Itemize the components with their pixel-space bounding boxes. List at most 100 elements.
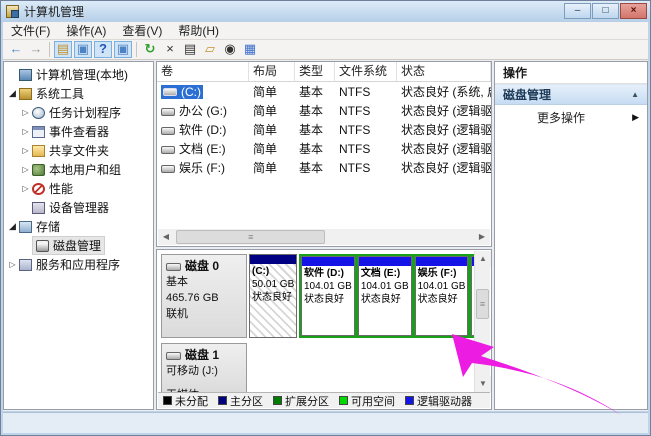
volume-table-header: 卷 布局 类型 文件系统 状态 — [157, 62, 491, 82]
delete-icon[interactable]: × — [161, 41, 179, 58]
expander-icon[interactable]: ▷ — [19, 146, 32, 155]
maximize-button[interactable]: □ — [592, 3, 619, 19]
scrollbar-thumb[interactable]: ≡ — [476, 289, 489, 319]
table-row-c[interactable]: (C:) 简单 基本 NTFS 状态良好 (系统, 启动, — [157, 82, 491, 101]
horizontal-scrollbar[interactable]: ◀ ≡ ▶ — [158, 229, 490, 245]
volume-icon — [161, 127, 175, 135]
extended-partition-group: 软件 (D:) 104.01 GB 状态良好 文档 (E:) 104.01 GB… — [299, 254, 474, 338]
disk-graphical-pane: 磁盘 0 基本 465.76 GB 联机 (C:) 50.01 GB 状态良好 — [156, 249, 492, 410]
system-tools-icon — [19, 88, 32, 100]
scroll-right-icon[interactable]: ▶ — [474, 229, 490, 245]
tree-item-shared-folders[interactable]: ▷ 共享文件夹 — [19, 141, 153, 160]
computer-management-window: 计算机管理 – □ × 文件(F) 操作(A) 查看(V) 帮助(H) ← → … — [0, 0, 651, 436]
table-row-e[interactable]: 文档 (E:) 简单 基本 NTFS 状态良好 (逻辑驱动器 — [157, 139, 491, 158]
forward-icon[interactable]: → — [27, 41, 45, 58]
window-bottom-frame — [3, 412, 648, 433]
menu-action[interactable]: 操作(A) — [58, 22, 114, 39]
disk1-row: 磁盘 1 可移动 (J:) 无媒体 — [161, 343, 471, 392]
scrollbar-thumb[interactable]: ≡ — [176, 230, 325, 244]
partition-f[interactable]: 娱乐 (F:) 104.01 GB 状态良好 — [415, 256, 469, 336]
volume-icon — [163, 88, 177, 96]
tree-item-performance[interactable]: ▷ 性能 — [19, 179, 153, 198]
local-users-groups-icon — [32, 164, 45, 176]
tree-item-system-tools[interactable]: ◢ 系统工具 — [6, 84, 153, 103]
refresh-icon[interactable]: ↻ — [141, 41, 159, 58]
computer-icon — [19, 69, 32, 81]
window-title: 计算机管理 — [24, 3, 84, 20]
search-icon[interactable]: ◉ — [221, 41, 239, 58]
toolbar-separator — [136, 42, 137, 57]
disk0-label[interactable]: 磁盘 0 基本 465.76 GB 联机 — [161, 254, 247, 338]
menu-bar: 文件(F) 操作(A) 查看(V) 帮助(H) — [3, 22, 648, 40]
scroll-up-icon[interactable]: ▲ — [475, 251, 491, 267]
tree-item-disk-management[interactable]: 磁盘管理 — [19, 236, 153, 255]
removable-disk-icon — [166, 352, 181, 360]
partition-c[interactable]: (C:) 50.01 GB 状态良好 — [249, 254, 297, 338]
column-header-filesystem[interactable]: 文件系统 — [335, 62, 397, 81]
expander-icon[interactable]: ▷ — [19, 108, 32, 117]
vertical-scrollbar[interactable]: ▲ ≡ ▼ — [474, 251, 490, 392]
scroll-left-icon[interactable]: ◀ — [158, 229, 174, 245]
tree-item-local-users-groups[interactable]: ▷ 本地用户和组 — [19, 160, 153, 179]
volume-list-pane: 卷 布局 类型 文件系统 状态 (C:) 简单 基本 NTFS 状态良好 (系统… — [156, 61, 492, 247]
help-icon[interactable]: ? — [94, 41, 112, 58]
expander-icon[interactable]: ▷ — [6, 260, 19, 269]
column-header-volume[interactable]: 卷 — [157, 62, 249, 81]
more-actions-item[interactable]: 更多操作 ▶ — [495, 105, 647, 129]
open-folder-icon[interactable]: ▱ — [201, 41, 219, 58]
partition-type-strip — [250, 255, 296, 264]
volume-icon — [161, 108, 175, 116]
toolbar-separator — [49, 42, 50, 57]
snap-in-icon[interactable]: ▦ — [241, 41, 259, 58]
tree-item-storage[interactable]: ◢ 存储 — [6, 217, 153, 236]
properties-icon[interactable]: ▤ — [181, 41, 199, 58]
toolbar: ← → ▤ ▣ ? ▣ ↻ × ▤ ▱ ◉ ▦ — [3, 40, 648, 60]
task-scheduler-icon — [32, 107, 45, 119]
event-viewer-icon — [32, 126, 45, 138]
minimize-button[interactable]: – — [564, 3, 591, 19]
table-row-f[interactable]: 娱乐 (F:) 简单 基本 NTFS 状态良好 (逻辑驱动器 — [157, 158, 491, 177]
disk-icon — [166, 263, 181, 271]
partition-e[interactable]: 文档 (E:) 104.01 GB 状态良好 — [358, 256, 412, 336]
menu-help[interactable]: 帮助(H) — [170, 22, 227, 39]
actions-pane: 操作 磁盘管理 ▲ 更多操作 ▶ — [494, 61, 648, 410]
expander-icon[interactable]: ▷ — [19, 127, 32, 136]
column-header-status[interactable]: 状态 — [397, 62, 491, 81]
disk-management-icon — [36, 240, 49, 252]
expander-icon[interactable]: ▷ — [19, 165, 32, 174]
collapse-icon[interactable]: ▲ — [631, 90, 639, 99]
menu-file[interactable]: 文件(F) — [3, 22, 58, 39]
actions-section-disk-management[interactable]: 磁盘管理 ▲ — [495, 84, 647, 105]
volume-icon — [161, 146, 175, 154]
scroll-down-icon[interactable]: ▼ — [475, 376, 491, 392]
back-icon[interactable]: ← — [7, 41, 25, 58]
column-header-layout[interactable]: 布局 — [249, 62, 295, 81]
console-window-icon[interactable]: ▣ — [74, 41, 92, 58]
legend-swatch-logical — [405, 396, 414, 405]
menu-view[interactable]: 查看(V) — [114, 22, 170, 39]
disk0-row: 磁盘 0 基本 465.76 GB 联机 (C:) 50.01 GB 状态良好 — [161, 254, 471, 338]
performance-icon — [32, 183, 45, 195]
app-icon — [6, 5, 19, 18]
storage-icon — [19, 221, 32, 233]
expander-icon[interactable]: ▷ — [19, 184, 32, 193]
expander-icon[interactable]: ◢ — [6, 221, 19, 232]
expander-icon[interactable]: ◢ — [6, 88, 19, 99]
table-row-d[interactable]: 软件 (D:) 简单 基本 NTFS 状态良好 (逻辑驱动器 — [157, 120, 491, 139]
close-button[interactable]: × — [620, 3, 647, 19]
title-bar: 计算机管理 – □ × — [1, 1, 650, 22]
partition-type-strip — [359, 257, 411, 266]
tree-item-task-scheduler[interactable]: ▷ 任务计划程序 — [19, 103, 153, 122]
column-header-type[interactable]: 类型 — [295, 62, 335, 81]
tree-item-device-manager[interactable]: 设备管理器 — [19, 198, 153, 217]
tree-item-services-applications[interactable]: ▷ 服务和应用程序 — [6, 255, 153, 274]
shared-folders-icon — [32, 145, 45, 157]
table-row-g[interactable]: 办公 (G:) 简单 基本 NTFS 状态良好 (逻辑驱动器 — [157, 101, 491, 120]
partition-d[interactable]: 软件 (D:) 104.01 GB 状态良好 — [301, 256, 355, 336]
tree-item-computer-management[interactable]: 计算机管理(本地) — [6, 65, 153, 84]
show-console-tree-icon[interactable]: ▤ — [54, 41, 72, 58]
tree-item-event-viewer[interactable]: ▷ 事件查看器 — [19, 122, 153, 141]
show-actions-pane-icon[interactable]: ▣ — [114, 41, 132, 58]
disk1-label[interactable]: 磁盘 1 可移动 (J:) 无媒体 — [161, 343, 247, 392]
services-applications-icon — [19, 259, 32, 271]
